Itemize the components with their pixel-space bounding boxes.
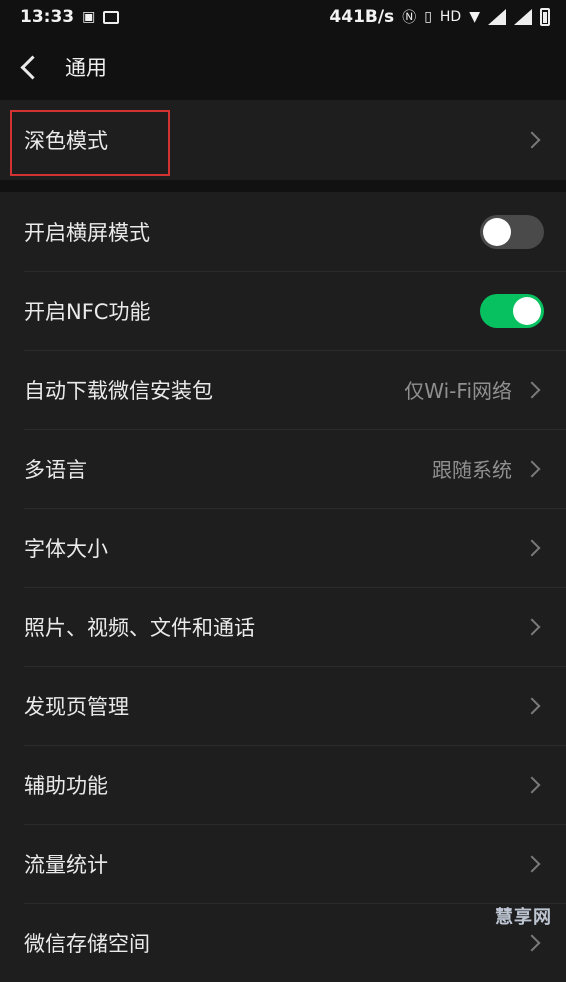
landscape-toggle[interactable]	[480, 214, 544, 249]
signal-4g-icon	[488, 9, 506, 25]
setting-auto-download[interactable]: 自动下载微信安装包 仅Wi-Fi网络	[0, 350, 566, 429]
setting-label: 开启NFC功能	[24, 299, 151, 324]
setting-label: 字体大小	[24, 536, 108, 561]
setting-media-calls[interactable]: 照片、视频、文件和通话	[0, 587, 566, 666]
chevron-right-icon	[523, 855, 541, 872]
status-bar: 13:33 ▣ 441B/s Ⓝ ▯ HD ▼	[0, 0, 566, 34]
setting-label: 流量统计	[24, 852, 108, 877]
toggle-knob	[513, 296, 541, 325]
toggle-knob	[483, 217, 511, 246]
settings-list: 开启横屏模式 开启NFC功能 自动下载微信安装包 仅Wi-Fi网络 多语言 跟随…	[0, 192, 566, 982]
chevron-right-icon	[523, 697, 541, 714]
page-title: 通用	[65, 56, 107, 80]
network-speed: 441B/s	[329, 7, 395, 27]
chevron-right-icon	[523, 460, 541, 477]
signal-4g-icon	[514, 9, 532, 25]
setting-accessibility[interactable]: 辅助功能	[0, 745, 566, 824]
chevron-right-icon	[523, 539, 541, 556]
image-icon	[103, 10, 120, 24]
setting-value: 仅Wi-Fi网络	[404, 379, 512, 403]
status-time: 13:33	[20, 7, 75, 27]
wifi-icon: ▼	[469, 9, 480, 25]
setting-landscape-mode[interactable]: 开启横屏模式	[0, 192, 566, 271]
highlight-box	[10, 110, 170, 176]
setting-discover-manage[interactable]: 发现页管理	[0, 666, 566, 745]
setting-label: 自动下载微信安装包	[24, 378, 213, 403]
setting-nfc[interactable]: 开启NFC功能	[0, 271, 566, 350]
chevron-right-icon	[523, 381, 541, 398]
setting-label: 发现页管理	[24, 694, 129, 719]
group-divider	[0, 180, 566, 192]
setting-font-size[interactable]: 字体大小	[0, 508, 566, 587]
nfc-toggle[interactable]	[480, 293, 544, 328]
setting-value: 跟随系统	[432, 458, 512, 482]
back-icon[interactable]	[20, 54, 45, 80]
watermark: 慧享网	[495, 907, 552, 928]
message-icon: ▣	[82, 9, 96, 25]
dark-mode-group: 深色模式	[0, 100, 566, 180]
vibrate-icon: ▯	[424, 9, 432, 25]
nfc-icon: Ⓝ	[402, 10, 417, 26]
chevron-right-icon	[523, 618, 541, 635]
setting-label: 照片、视频、文件和通话	[24, 615, 255, 640]
setting-label: 多语言	[24, 457, 87, 482]
battery-icon	[540, 8, 550, 26]
hd-icon: HD	[439, 9, 462, 25]
chevron-right-icon	[523, 776, 541, 793]
setting-label: 辅助功能	[24, 773, 108, 798]
setting-language[interactable]: 多语言 跟随系统	[0, 429, 566, 508]
setting-data-usage[interactable]: 流量统计	[0, 824, 566, 903]
nav-bar: 通用	[0, 34, 566, 100]
chevron-right-icon	[523, 131, 541, 149]
setting-label: 开启横屏模式	[24, 220, 150, 245]
